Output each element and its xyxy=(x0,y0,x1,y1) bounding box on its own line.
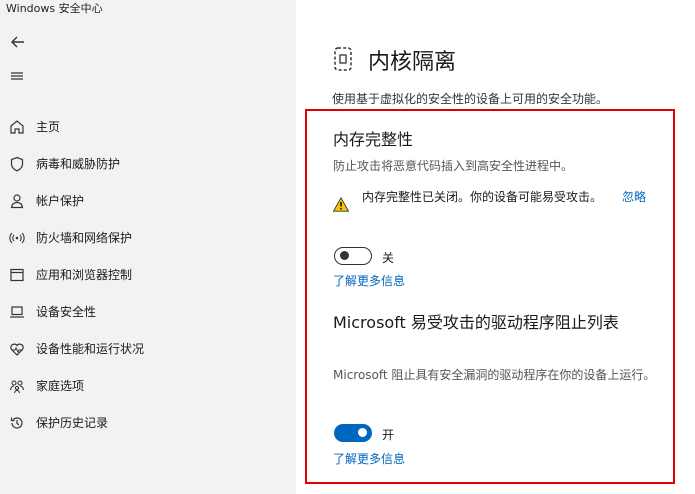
page-title: 内核隔离 xyxy=(368,50,457,75)
warning-icon xyxy=(332,196,350,212)
core-isolation-icon xyxy=(332,46,354,72)
sidebar-item-device-health[interactable]: 设备性能和运行状况 xyxy=(0,330,296,367)
sidebar-item-app-browser[interactable]: 应用和浏览器控制 xyxy=(0,256,296,293)
person-icon xyxy=(8,192,26,210)
sidebar-item-label: 应用和浏览器控制 xyxy=(36,268,133,282)
home-icon xyxy=(8,118,26,136)
sidebar-item-protection-history[interactable]: 保护历史记录 xyxy=(0,404,296,441)
page-description: 使用基于虚拟化的安全性的设备上可用的安全功能。 xyxy=(332,92,609,106)
hamburger-icon xyxy=(11,72,23,80)
sidebar-item-virus-protection[interactable]: 病毒和威胁防护 xyxy=(0,145,296,182)
sidebar-item-firewall[interactable]: 防火墙和网络保护 xyxy=(0,219,296,256)
menu-button[interactable] xyxy=(8,68,28,84)
wifi-icon xyxy=(8,229,26,247)
sidebar-item-label: 家庭选项 xyxy=(36,379,85,393)
toggle-knob xyxy=(340,251,349,260)
sidebar-item-label: 帐户保护 xyxy=(36,194,85,208)
heart-icon xyxy=(8,340,26,358)
app-title: Windows 安全中心 xyxy=(6,2,103,15)
laptop-icon xyxy=(8,303,26,321)
memory-integrity-warning: 内存完整性已关闭。你的设备可能易受攻击。 xyxy=(362,190,603,204)
sidebar-item-family[interactable]: 家庭选项 xyxy=(0,367,296,404)
driver-blocklist-title: Microsoft 易受攻击的驱动程序阻止列表 xyxy=(333,313,619,332)
driver-blocklist-toggle-state: 开 xyxy=(382,428,395,442)
sidebar-item-label: 设备性能和运行状况 xyxy=(36,342,145,356)
sidebar-item-account[interactable]: 帐户保护 xyxy=(0,182,296,219)
sidebar-nav: 主页 病毒和威胁防护 帐户保护 防火墙和网络保护 应用和浏览器控制 设备安全性 … xyxy=(0,108,296,441)
sidebar-item-label: 病毒和威胁防护 xyxy=(36,157,121,171)
sidebar-item-label: 保护历史记录 xyxy=(36,416,109,430)
driver-blocklist-learn-more-link[interactable]: 了解更多信息 xyxy=(333,450,405,467)
app-window-icon xyxy=(8,266,26,284)
toggle-knob xyxy=(358,428,367,437)
driver-blocklist-description: Microsoft 阻止具有安全漏洞的驱动程序在你的设备上运行。 xyxy=(333,368,656,382)
memory-integrity-learn-more-link[interactable]: 了解更多信息 xyxy=(333,272,405,289)
back-button[interactable] xyxy=(8,32,28,52)
memory-integrity-toggle[interactable] xyxy=(334,247,372,265)
sidebar-item-label: 主页 xyxy=(36,120,61,134)
back-arrow-icon xyxy=(11,36,24,48)
sidebar: Windows 安全中心 主页 病毒和威胁防护 帐户保护 防火墙和网络保护 应用… xyxy=(0,0,296,494)
history-icon xyxy=(8,414,26,432)
shield-icon xyxy=(8,155,26,173)
driver-blocklist-toggle[interactable] xyxy=(334,424,372,442)
family-icon xyxy=(8,377,26,395)
sidebar-item-label: 设备安全性 xyxy=(36,305,97,319)
sidebar-item-home[interactable]: 主页 xyxy=(0,108,296,145)
memory-integrity-toggle-state: 关 xyxy=(382,251,395,265)
sidebar-item-label: 防火墙和网络保护 xyxy=(36,231,133,245)
memory-integrity-title: 内存完整性 xyxy=(333,130,414,149)
dismiss-link[interactable]: 忽略 xyxy=(622,188,646,205)
memory-integrity-description: 防止攻击将恶意代码插入到高安全性进程中。 xyxy=(333,159,574,173)
sidebar-item-device-security[interactable]: 设备安全性 xyxy=(0,293,296,330)
